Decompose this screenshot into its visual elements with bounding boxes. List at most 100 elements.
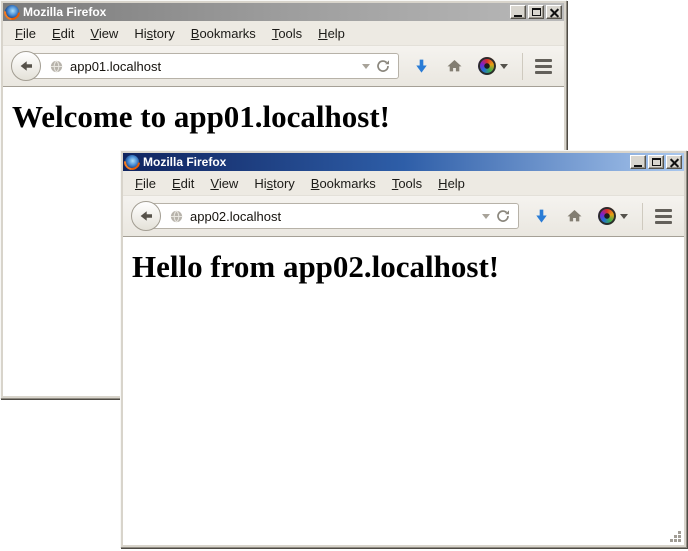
label-text: ookmarks [319,176,375,191]
firefox-window-app02: Mozilla Firefox File Edit View History B… [120,150,687,548]
minimize-icon [514,15,522,17]
globe-icon[interactable] [49,59,64,74]
menu-help[interactable]: Help [430,173,473,194]
page-heading: Welcome to app01.localhost! [12,99,564,135]
reload-icon[interactable] [376,59,390,73]
menu-view[interactable]: View [202,173,246,194]
menu-help[interactable]: Help [310,23,353,44]
menu-tools[interactable]: Tools [384,173,430,194]
color-wheel-icon [478,57,496,75]
window-controls [510,5,562,19]
close-button[interactable] [546,5,562,19]
label-text: dit [181,176,195,191]
label-text: ools [278,26,302,41]
urlbar-dropdown-icon[interactable] [362,64,370,69]
maximize-icon [532,8,541,16]
firefox-logo-icon [125,155,139,169]
back-arrow-icon [138,208,154,224]
maximize-button[interactable] [528,5,544,19]
hamburger-menu-icon [535,59,552,62]
color-wheel-button[interactable] [478,57,508,75]
label-text: dit [61,26,75,41]
menu-tools[interactable]: Tools [264,23,310,44]
firefox-logo-icon [5,5,19,19]
label-text: V [210,176,218,191]
download-button[interactable] [533,208,550,225]
menu-file[interactable]: File [7,23,44,44]
reload-icon[interactable] [496,209,510,223]
download-arrow-icon [413,58,430,75]
label-text: elp [448,176,465,191]
menu-bar: File Edit View History Bookmarks Tools H… [123,171,684,195]
label-text: Hi [254,176,266,191]
color-wheel-icon [598,207,616,225]
label-text: H [438,176,447,191]
home-button[interactable] [446,58,463,74]
download-arrow-icon [533,208,550,225]
minimize-button[interactable] [510,5,526,19]
color-wheel-button[interactable] [598,207,628,225]
page-content: Hello from app02.localhost! [123,237,684,545]
menu-history[interactable]: History [246,173,302,194]
url-bar[interactable]: app02.localhost [146,203,519,229]
label-text: H [318,26,327,41]
menu-history[interactable]: History [126,23,182,44]
menu-file[interactable]: File [127,173,164,194]
minimize-icon [634,165,642,167]
titlebar[interactable]: Mozilla Firefox [123,153,684,171]
label-text: elp [328,26,345,41]
label-text: ile [143,176,156,191]
label-text: V [90,26,98,41]
menu-button[interactable] [655,209,672,224]
close-button[interactable] [666,155,682,169]
close-icon [550,8,559,17]
window-title: Mozilla Firefox [143,155,626,169]
globe-icon[interactable] [169,209,184,224]
menu-button[interactable] [535,59,552,74]
urlbar-dropdown-icon[interactable] [482,214,490,219]
label-text: ools [398,176,422,191]
label-text: Hi [134,26,146,41]
download-button[interactable] [413,58,430,75]
toolbar-separator [642,203,643,230]
chevron-down-icon [500,64,508,69]
home-button[interactable] [566,208,583,224]
label-text: E [172,176,181,191]
label-text: ookmarks [199,26,255,41]
chevron-down-icon [620,214,628,219]
window-title: Mozilla Firefox [23,5,506,19]
label-text: iew [219,176,239,191]
label-text: E [52,26,61,41]
menu-view[interactable]: View [82,23,126,44]
url-bar[interactable]: app01.localhost [26,53,399,79]
maximize-icon [652,158,661,166]
url-text: app02.localhost [190,209,281,224]
navigation-toolbar: app01.localhost [3,45,564,87]
menu-edit[interactable]: Edit [44,23,82,44]
menu-bar: File Edit View History Bookmarks Tools H… [3,21,564,45]
maximize-button[interactable] [648,155,664,169]
navigation-toolbar: app02.localhost [123,195,684,237]
url-text: app01.localhost [70,59,161,74]
minimize-button[interactable] [630,155,646,169]
back-button[interactable] [11,51,41,81]
label-text: tory [153,26,175,41]
menu-bookmarks[interactable]: Bookmarks [303,173,384,194]
home-icon [566,208,583,224]
hamburger-menu-icon [655,209,672,212]
back-button[interactable] [131,201,161,231]
label-text: F [15,26,23,41]
resize-grip[interactable] [669,530,682,543]
label-text: tory [273,176,295,191]
page-heading: Hello from app02.localhost! [132,249,684,285]
label-text: F [135,176,143,191]
window-controls [630,155,682,169]
menu-edit[interactable]: Edit [164,173,202,194]
close-icon [670,158,679,167]
label-text: iew [99,26,119,41]
label-text: ile [23,26,36,41]
titlebar[interactable]: Mozilla Firefox [3,3,564,21]
toolbar-separator [522,53,523,80]
menu-bookmarks[interactable]: Bookmarks [183,23,264,44]
back-arrow-icon [18,58,34,74]
